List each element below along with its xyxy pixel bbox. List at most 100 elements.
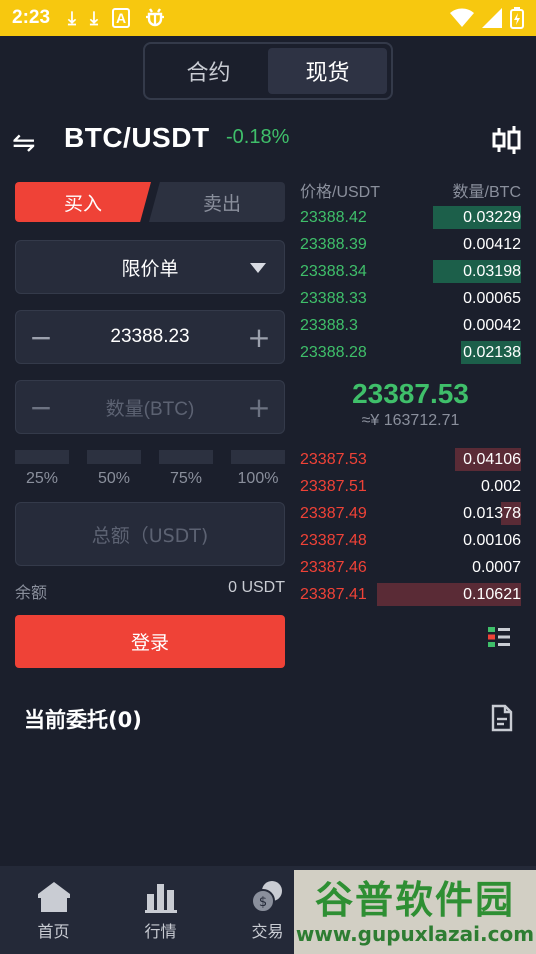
row-quantity: 0.04106 bbox=[463, 450, 521, 468]
percent-bar bbox=[231, 450, 285, 464]
row-quantity: 0.00042 bbox=[463, 316, 521, 334]
pair-header: ⇋ BTC/USDT -0.18% bbox=[0, 110, 536, 170]
status-bar: 2:23 ⤓ ⤓ A bbox=[0, 0, 536, 36]
row-price: 23387.53 bbox=[300, 450, 367, 468]
quantity-increase-button[interactable]: + bbox=[234, 391, 284, 424]
row-quantity: 0.002 bbox=[480, 477, 521, 495]
row-price: 23387.46 bbox=[300, 558, 367, 576]
tab-contract[interactable]: 合约 bbox=[149, 48, 268, 94]
bid-list: 23388.42 0.03229 23388.39 0.00412 23388.34 0.… bbox=[300, 204, 521, 366]
battery-charging-icon bbox=[510, 7, 524, 29]
row-price: 23387.48 bbox=[300, 531, 367, 549]
buy-tab[interactable]: 买入 bbox=[15, 182, 151, 222]
row-quantity: 0.01378 bbox=[463, 504, 521, 522]
quantity-column-header: 数量/BTC bbox=[452, 184, 521, 201]
order-book-row[interactable]: 23388.28 0.02138 bbox=[300, 339, 521, 366]
row-price: 23387.49 bbox=[300, 504, 367, 522]
sell-tab[interactable]: 卖出 bbox=[149, 182, 285, 222]
watermark-title: 谷普软件园 bbox=[314, 878, 515, 922]
download-icon: ⤓ bbox=[90, 7, 98, 28]
order-book-row[interactable]: 23388.42 0.03229 bbox=[300, 204, 521, 231]
tab-spot[interactable]: 现货 bbox=[268, 48, 387, 94]
last-price: 23387.53 bbox=[352, 378, 469, 409]
download-icon: ⤓ bbox=[68, 7, 76, 28]
percent-bar bbox=[15, 450, 69, 464]
swap-pair-icon[interactable]: ⇋ bbox=[12, 126, 35, 159]
percent-bar bbox=[159, 450, 213, 464]
balance-value: 0 USDT bbox=[228, 579, 285, 596]
login-button[interactable]: 登录 bbox=[15, 615, 285, 668]
svg-text:$: $ bbox=[258, 895, 266, 910]
buy-sell-toggle: 买入 卖出 bbox=[15, 182, 285, 222]
mode-tabs: 合约 现货 bbox=[143, 42, 393, 100]
row-quantity: 0.02138 bbox=[463, 343, 521, 361]
tab-home[interactable]: 首页 bbox=[0, 866, 107, 954]
tab-label: 行情 bbox=[144, 922, 177, 941]
row-quantity: 0.00106 bbox=[463, 531, 521, 549]
order-book-mode-icon[interactable] bbox=[487, 626, 511, 648]
order-type-select[interactable]: 限价单 bbox=[15, 240, 285, 294]
percent-bar bbox=[87, 450, 141, 464]
order-book-header: 价格/USDT 数量/BTC bbox=[300, 178, 521, 201]
price-input[interactable]: 23388.23 bbox=[66, 326, 234, 348]
balance-row: 余额 0 USDT bbox=[15, 579, 285, 603]
order-book-row[interactable]: 23388.34 0.03198 bbox=[300, 258, 521, 285]
row-quantity: 0.00065 bbox=[463, 289, 521, 307]
row-price: 23388.28 bbox=[300, 343, 367, 361]
row-price: 23388.34 bbox=[300, 262, 367, 280]
price-increase-button[interactable]: + bbox=[234, 321, 284, 354]
row-price: 23388.42 bbox=[300, 208, 367, 226]
row-price: 23387.41 bbox=[300, 585, 367, 603]
market-chart-icon bbox=[144, 884, 177, 913]
row-price: 23387.51 bbox=[300, 477, 367, 495]
order-history-icon[interactable] bbox=[490, 704, 514, 732]
pair-symbol[interactable]: BTC/USDT bbox=[64, 122, 210, 154]
wifi-icon bbox=[450, 8, 474, 27]
order-book-row[interactable]: 23387.46 0.0007 bbox=[300, 554, 521, 581]
percent-75-button[interactable]: 75% bbox=[159, 450, 213, 490]
order-book-row[interactable]: 23387.53 0.04106 bbox=[300, 446, 521, 473]
tab-market[interactable]: 行情 bbox=[107, 866, 214, 954]
percent-label: 25% bbox=[25, 470, 59, 487]
row-price: 23388.3 bbox=[300, 316, 358, 334]
order-book-row[interactable]: 23387.41 0.10621 bbox=[300, 581, 521, 608]
watermark-url: www.gupuxlazai.com bbox=[295, 922, 535, 946]
percent-label: 50% bbox=[97, 470, 131, 487]
price-decrease-button[interactable]: − bbox=[16, 321, 66, 354]
order-book-row[interactable]: 23388.3 0.00042 bbox=[300, 312, 521, 339]
percent-100-button[interactable]: 100% bbox=[231, 450, 285, 490]
candlestick-chart-icon[interactable] bbox=[490, 124, 522, 156]
percent-label: 75% bbox=[169, 470, 203, 487]
row-quantity: 0.00412 bbox=[463, 235, 521, 253]
status-time: 2:23 bbox=[12, 7, 51, 28]
percent-label: 100% bbox=[237, 470, 279, 487]
order-type-value: 限价单 bbox=[121, 257, 179, 280]
current-orders-title: 当前委托(0) bbox=[24, 708, 142, 732]
order-book-row[interactable]: 23387.49 0.01378 bbox=[300, 500, 521, 527]
percent-25-button[interactable]: 25% bbox=[15, 450, 69, 490]
caret-down-icon bbox=[250, 263, 266, 273]
tab-label: 首页 bbox=[37, 922, 70, 941]
percentage-selector: 25% 50% 75% 100% bbox=[15, 450, 285, 490]
row-quantity: 0.10621 bbox=[463, 585, 521, 603]
total-input[interactable]: 总额（USDT) bbox=[15, 502, 285, 566]
price-change: -0.18% bbox=[226, 126, 290, 148]
order-book-row[interactable]: 23387.51 0.002 bbox=[300, 473, 521, 500]
percent-50-button[interactable]: 50% bbox=[87, 450, 141, 490]
order-book-row[interactable]: 23388.33 0.00065 bbox=[300, 285, 521, 312]
order-book-row[interactable]: 23387.48 0.00106 bbox=[300, 527, 521, 554]
balance-label: 余额 bbox=[15, 585, 48, 602]
order-book-row[interactable]: 23388.39 0.00412 bbox=[300, 231, 521, 258]
row-price: 23388.33 bbox=[300, 289, 367, 307]
signal-icon bbox=[482, 8, 502, 28]
quantity-input[interactable]: 数量(BTC) bbox=[66, 394, 234, 421]
quantity-decrease-button[interactable]: − bbox=[16, 391, 66, 424]
watermark: 谷普软件园 www.gupuxlazai.com bbox=[294, 870, 536, 954]
price-column-header: 价格/USDT bbox=[300, 184, 381, 201]
last-price-cny: ≈¥ 163712.71 bbox=[361, 412, 460, 429]
bug-icon bbox=[144, 5, 166, 32]
quantity-stepper: − 数量(BTC) + bbox=[15, 380, 285, 434]
home-icon bbox=[37, 882, 70, 912]
row-price: 23388.39 bbox=[300, 235, 367, 253]
price-stepper: − 23388.23 + bbox=[15, 310, 285, 364]
